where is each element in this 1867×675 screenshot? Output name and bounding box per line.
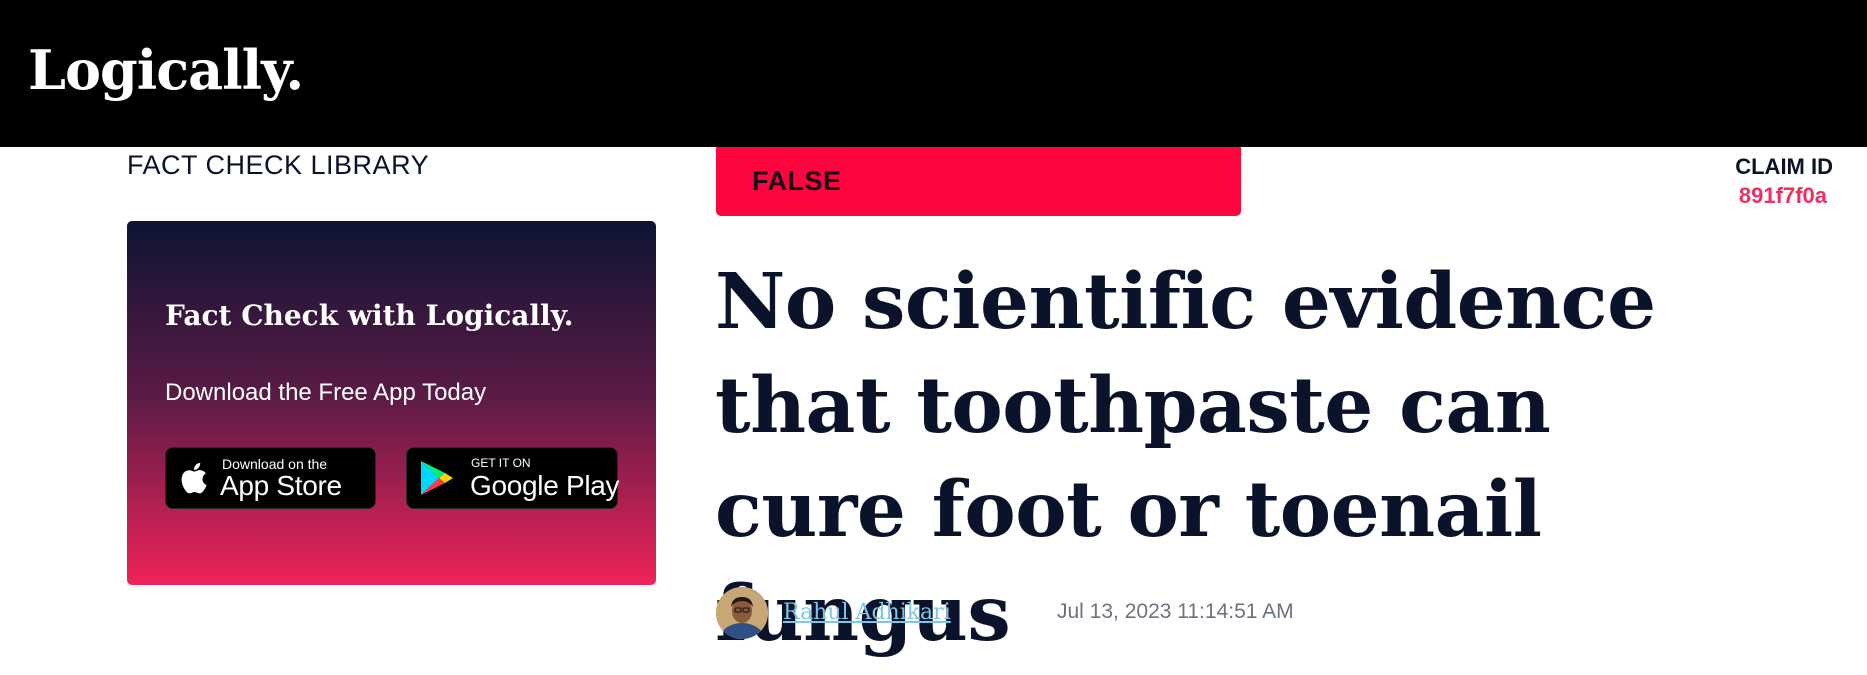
promo-subtitle: Download the Free App Today — [165, 379, 487, 406]
avatar-portrait-icon — [716, 587, 768, 639]
top-navigation-bar: Logically. — [0, 0, 1867, 147]
app-promo-card: Fact Check with Logically. Download the … — [127, 221, 656, 585]
author-link[interactable]: Rahul Adhikari — [783, 600, 951, 625]
google-play-big-text: Google Play — [470, 470, 620, 501]
app-store-button[interactable]: Download on the App Store — [165, 447, 376, 509]
promo-title: Fact Check with Logically. — [165, 299, 574, 332]
fact-check-library-link[interactable]: FACT CHECK LIBRARY — [127, 150, 429, 181]
claim-id-value: 891f7f0a — [1738, 183, 1827, 208]
google-play-small-text: GET IT ON — [471, 456, 531, 470]
google-play-icon — [421, 461, 453, 495]
published-timestamp: Jul 13, 2023 11:14:51 AM — [1057, 600, 1294, 623]
claim-id-label: CLAIM ID — [1735, 154, 1833, 179]
app-store-big-text: App Store — [220, 470, 342, 501]
apple-icon — [181, 462, 207, 494]
author-avatar[interactable] — [716, 587, 768, 639]
verdict-label: FALSE — [752, 166, 842, 196]
logically-logo[interactable]: Logically. — [28, 38, 304, 102]
verdict-banner: FALSE — [716, 147, 1241, 216]
google-play-button[interactable]: GET IT ON Google Play — [406, 447, 620, 509]
